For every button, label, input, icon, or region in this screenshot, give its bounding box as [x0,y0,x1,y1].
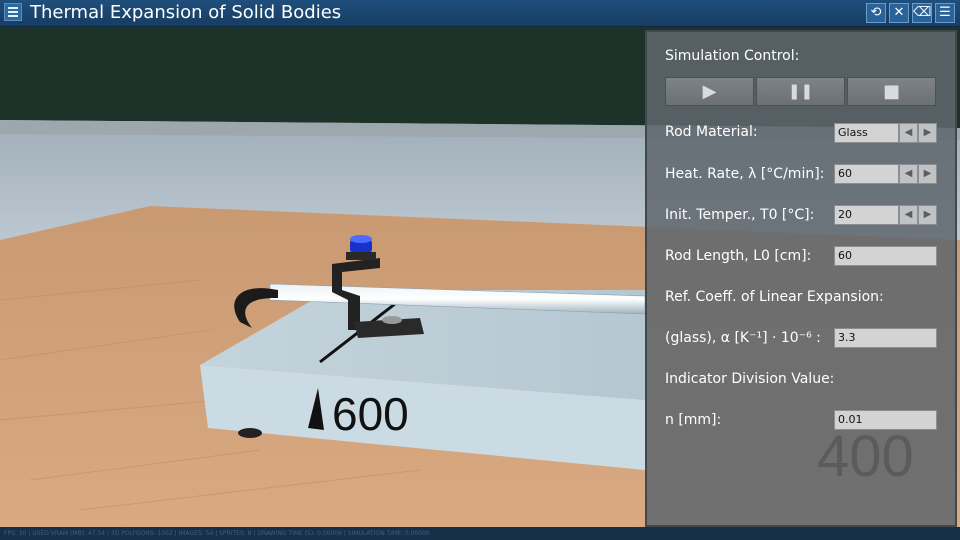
indicator-label-line1: Indicator Division Value: [665,371,835,387]
play-button[interactable]: ▶ [665,77,754,106]
heat-rate-next-icon[interactable]: ▶ [918,164,937,184]
settings-panel: Simulation Control: ▶ ❚❚ ■ Rod Material:… [645,30,957,527]
rod-length-label: Rod Length, L0 [cm]: [665,248,812,264]
status-bar: FPS: 30 | USED VRAM (MB): 47.54 | 3D POL… [0,527,960,540]
coeff-label-line2: (glass), α [K⁻¹] · 10⁻⁶ : [665,330,821,346]
init-temp-next-icon[interactable]: ▶ [918,205,937,225]
ruler-label-400: 400 [817,424,914,489]
heat-rate-input[interactable]: 60 [834,164,899,184]
title-bar: Thermal Expansion of Solid Bodies ⟲ ✕ ⌫ … [0,0,960,27]
coeff-input[interactable]: 3.3 [834,328,937,348]
rod-material-next-icon[interactable]: ▶ [918,123,937,143]
coeff-label-line1: Ref. Coeff. of Linear Expansion: [665,289,884,305]
init-temp-input[interactable]: 20 [834,205,899,225]
pause-button[interactable]: ❚❚ [756,77,845,106]
list-icon[interactable]: ☰ [935,3,955,23]
rod-material-label: Rod Material: [665,124,758,140]
rod-length-input[interactable]: 60 [834,246,937,266]
simulation-control-label: Simulation Control: [665,48,800,64]
rod-material-prev-icon[interactable]: ◀ [899,123,918,143]
sound-off-icon[interactable]: ✕ [889,3,909,23]
heat-rate-label: Heat. Rate, λ [°C/min]: [665,166,825,182]
indicator-label-line2: n [mm]: [665,412,722,428]
app-title: Thermal Expansion of Solid Bodies [30,2,342,23]
stop-button[interactable]: ■ [847,77,936,106]
rod-material-select[interactable]: Glass [834,123,899,143]
eraser-icon[interactable]: ⌫ [912,3,932,23]
hamburger-menu-icon[interactable] [4,3,22,21]
reset-icon[interactable]: ⟲ [866,3,886,23]
heat-rate-prev-icon[interactable]: ◀ [899,164,918,184]
init-temp-prev-icon[interactable]: ◀ [899,205,918,225]
ruler-label-600: 600 [332,388,409,440]
init-temp-label: Init. Temper., T0 [°C]: [665,207,815,223]
